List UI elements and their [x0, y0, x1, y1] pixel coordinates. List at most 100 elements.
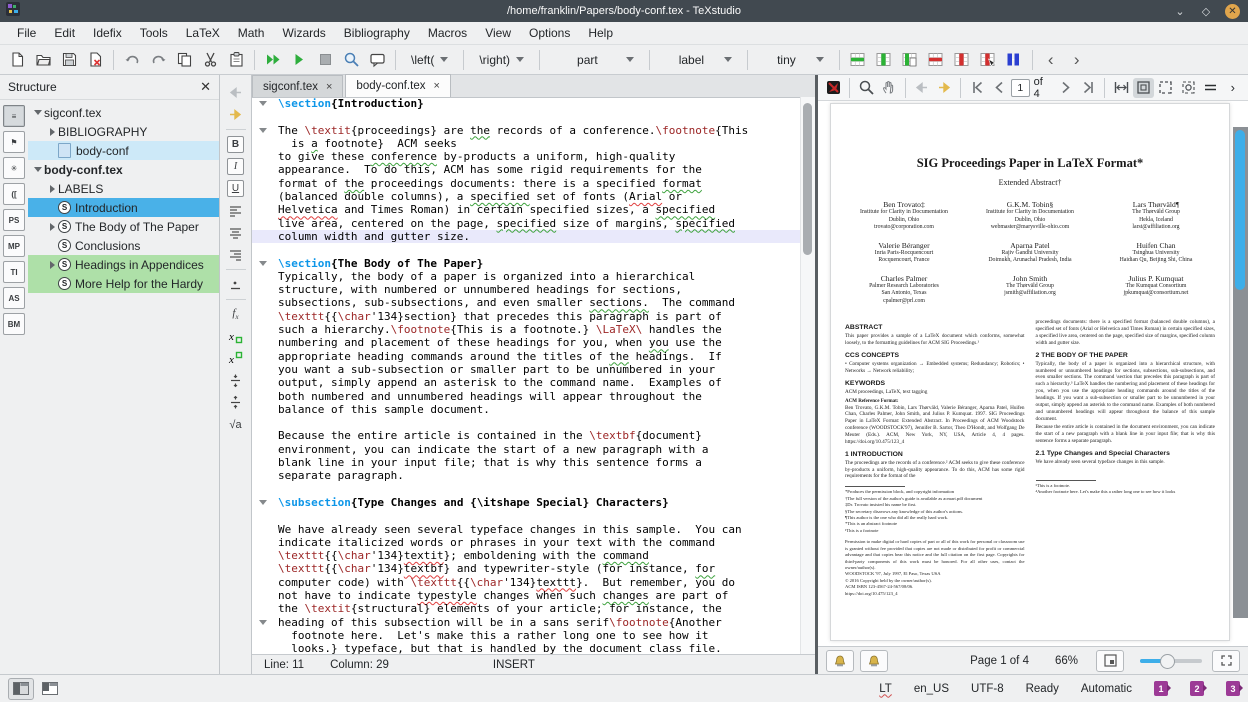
left-bracket-select[interactable]: \left(	[403, 51, 456, 69]
redo-icon[interactable]	[146, 48, 170, 72]
bookmark-3-icon[interactable]: 3	[1226, 681, 1240, 696]
align-left-icon[interactable]	[225, 201, 247, 220]
toggle-log-panel-icon[interactable]	[38, 679, 62, 699]
fit-width-icon[interactable]	[1111, 78, 1131, 98]
first-page-icon[interactable]	[967, 78, 987, 98]
underline-icon[interactable]: U	[225, 179, 247, 198]
magnify-region-icon[interactable]	[1178, 78, 1198, 98]
paste-column-icon[interactable]	[898, 48, 922, 72]
back-icon[interactable]	[225, 83, 247, 102]
expand-icon[interactable]	[1212, 650, 1240, 672]
open-file-icon[interactable]	[31, 48, 55, 72]
menu-idefix[interactable]: Idefix	[84, 22, 131, 44]
structure-close-icon[interactable]: ✕	[200, 79, 211, 95]
fold-marker-icon[interactable]	[259, 620, 267, 625]
chevron-collapsed-icon[interactable]	[46, 128, 58, 136]
magnifier-icon[interactable]	[856, 78, 876, 98]
code-editor[interactable]: \section{Introduction} The \textit{proce…	[252, 97, 801, 655]
status-locale[interactable]: en_US	[914, 683, 949, 695]
tree-item-body-conf[interactable]: body-conf	[28, 141, 219, 160]
asymptote-view-icon[interactable]: AS	[3, 287, 25, 309]
pdf-content[interactable]: SIG Proceedings Paper in LaTeX Format* E…	[818, 101, 1248, 646]
bookmark-2-icon[interactable]: 2	[1190, 681, 1204, 696]
tree-item-the-body-of-the-paper[interactable]: SThe Body of The Paper	[28, 217, 219, 236]
tree-item-introduction[interactable]: SIntroduction	[28, 198, 219, 217]
underline-dot-icon[interactable]	[225, 275, 247, 294]
tree-item-bibliography[interactable]: BIBLIOGRAPHY	[28, 122, 219, 141]
chevron-expanded-icon[interactable]	[32, 110, 44, 115]
tab-close-icon[interactable]: ×	[326, 81, 332, 93]
comment-icon[interactable]	[365, 48, 389, 72]
minimize-icon[interactable]: ⌄	[1173, 4, 1187, 18]
select-region-icon[interactable]	[1156, 78, 1176, 98]
align-columns-icon[interactable]	[1002, 48, 1026, 72]
menu-edit[interactable]: Edit	[45, 22, 84, 44]
metapost-view-icon[interactable]: MP	[3, 235, 25, 257]
fontsize-select[interactable]: tiny	[755, 51, 832, 69]
subscript-icon[interactable]: x	[225, 327, 247, 346]
forward-icon[interactable]	[225, 105, 247, 124]
reference-select[interactable]: label	[657, 51, 740, 69]
inverse-search-icon[interactable]	[823, 78, 843, 98]
maximize-icon[interactable]: ◇	[1199, 4, 1213, 18]
menu-bibliography[interactable]: Bibliography	[335, 22, 419, 44]
fold-gutter[interactable]	[252, 97, 276, 655]
add-column-icon[interactable]	[872, 48, 896, 72]
menu-tools[interactable]: Tools	[131, 22, 177, 44]
sectioning-select[interactable]: part	[547, 51, 642, 69]
symbols-view-icon[interactable]: ✳	[3, 157, 25, 179]
status-spellcheck-language[interactable]: LT	[879, 683, 892, 695]
menu-math[interactable]: Math	[229, 22, 274, 44]
fit-window-icon[interactable]	[1096, 650, 1124, 672]
tree-item-body-conf-tex[interactable]: body-conf.tex	[28, 160, 219, 179]
beamer-view-icon[interactable]: BM	[3, 313, 25, 335]
tree-item-more-help-for-the-hardy[interactable]: SMore Help for the Hardy	[28, 274, 219, 293]
italic-icon[interactable]: I	[225, 157, 247, 176]
tree-item-conclusions[interactable]: SConclusions	[28, 236, 219, 255]
paste-icon[interactable]	[224, 48, 248, 72]
toggle-structure-panel-icon[interactable]	[8, 678, 34, 700]
brackets-view-icon[interactable]: ([	[3, 183, 25, 205]
menu-latex[interactable]: LaTeX	[177, 22, 229, 44]
hand-tool-icon[interactable]	[879, 78, 899, 98]
tikz-view-icon[interactable]: TI	[3, 261, 25, 283]
pdf-tool-button-2[interactable]	[860, 650, 888, 672]
search-icon[interactable]	[339, 48, 363, 72]
pdf-scrollbar-thumb[interactable]	[1235, 130, 1245, 290]
menu-wizards[interactable]: Wizards	[273, 22, 334, 44]
pstricks-view-icon[interactable]: PS	[3, 209, 25, 231]
copy-icon[interactable]	[172, 48, 196, 72]
fold-marker-icon[interactable]	[259, 500, 267, 505]
previous-icon[interactable]: ‹	[1039, 48, 1063, 72]
fraction-icon[interactable]	[225, 371, 247, 390]
save-file-icon[interactable]	[57, 48, 81, 72]
chevron-collapsed-icon[interactable]	[46, 261, 58, 269]
bookmarks-view-icon[interactable]: ⚑	[3, 131, 25, 153]
close-file-icon[interactable]	[83, 48, 107, 72]
chevron-expanded-icon[interactable]	[32, 167, 44, 172]
tab-close-icon[interactable]: ×	[433, 80, 439, 92]
tree-item-labels[interactable]: LABELS	[28, 179, 219, 198]
editor-scrollbar-thumb[interactable]	[803, 103, 812, 255]
bookmark-1-icon[interactable]: 1	[1154, 681, 1168, 696]
status-ready-status[interactable]: Ready	[1026, 683, 1059, 695]
editor-scrollbar[interactable]	[800, 97, 815, 655]
menu-view[interactable]: View	[476, 22, 520, 44]
pdf-scrollbar[interactable]	[1233, 127, 1248, 618]
menu-icon[interactable]	[1200, 78, 1220, 98]
status-encoding[interactable]: UTF-8	[971, 683, 1004, 695]
function-icon[interactable]: fx	[225, 305, 247, 324]
back-icon[interactable]	[912, 78, 932, 98]
structure-view-icon[interactable]: ≡	[3, 105, 25, 127]
chevron-right-icon[interactable]: ›	[1223, 78, 1243, 98]
previous-page-icon[interactable]	[990, 78, 1010, 98]
cut-column-icon[interactable]	[976, 48, 1000, 72]
page-input[interactable]: 1	[1011, 79, 1030, 97]
fold-marker-icon[interactable]	[259, 101, 267, 106]
stop-icon[interactable]	[313, 48, 337, 72]
menu-macros[interactable]: Macros	[419, 22, 476, 44]
forward-icon[interactable]	[934, 78, 954, 98]
sqrt-icon[interactable]: √a	[225, 415, 247, 434]
align-center-icon[interactable]	[225, 223, 247, 242]
tab-body-conf-tex[interactable]: body-conf.tex×	[345, 74, 450, 97]
